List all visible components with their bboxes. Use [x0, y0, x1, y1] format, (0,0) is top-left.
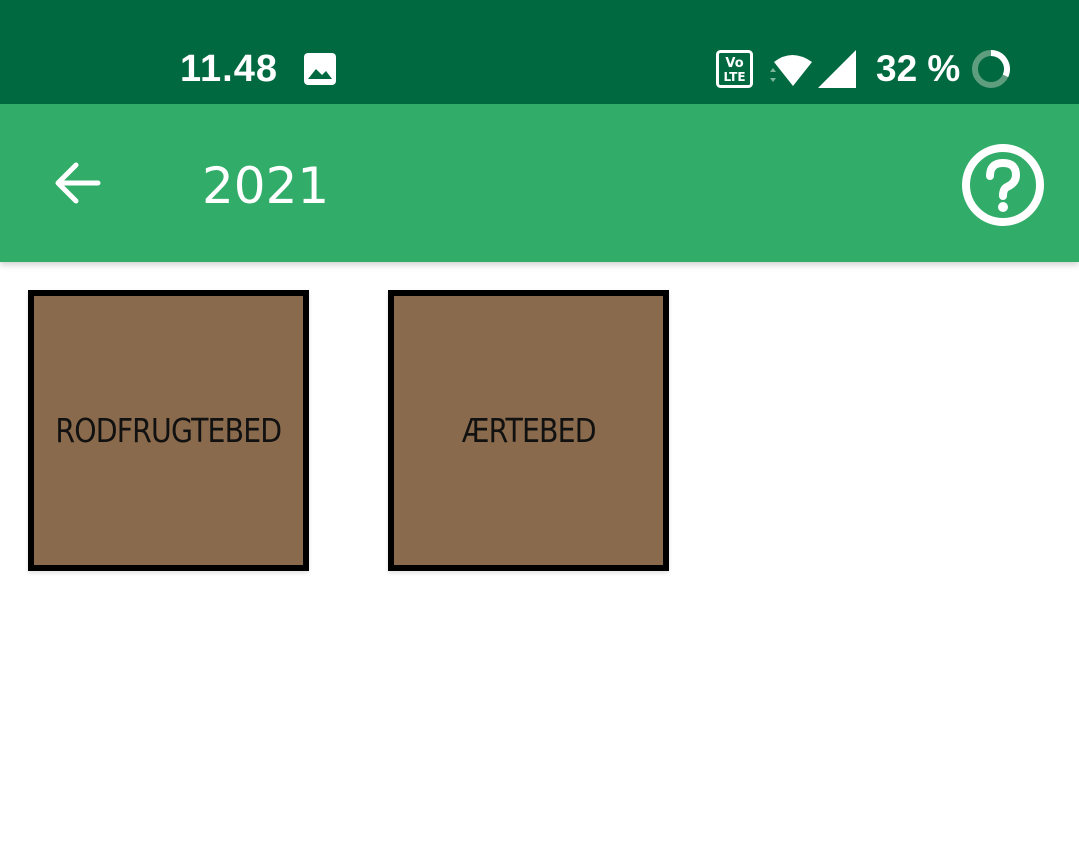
app-bar: 2021: [0, 104, 1079, 262]
help-button[interactable]: [956, 140, 1050, 234]
status-bar: 11.48 Vo LTE 32 %: [0, 0, 1079, 104]
bed-tile[interactable]: RODFRUGTEBED: [28, 290, 309, 571]
volte-icon: Vo LTE: [716, 50, 753, 88]
help-circle-icon: [961, 143, 1045, 232]
battery-saver-icon: [970, 48, 1012, 90]
signal-icon: [818, 50, 856, 88]
svg-text:Vo: Vo: [725, 56, 743, 71]
image-icon: [304, 53, 336, 85]
bed-tile[interactable]: ÆRTEBED: [388, 290, 669, 571]
arrow-left-icon: [52, 161, 102, 210]
svg-text:LTE: LTE: [723, 70, 745, 84]
wifi-icon: [768, 52, 814, 90]
bed-label: ÆRTEBED: [461, 411, 597, 450]
bed-label: RODFRUGTEBED: [55, 411, 283, 450]
status-time: 11.48: [180, 48, 278, 90]
bed-grid: RODFRUGTEBED ÆRTEBED: [0, 262, 1079, 851]
back-button[interactable]: [44, 152, 110, 218]
battery-percent: 32 %: [876, 48, 961, 89]
page-title: 2021: [202, 157, 330, 215]
